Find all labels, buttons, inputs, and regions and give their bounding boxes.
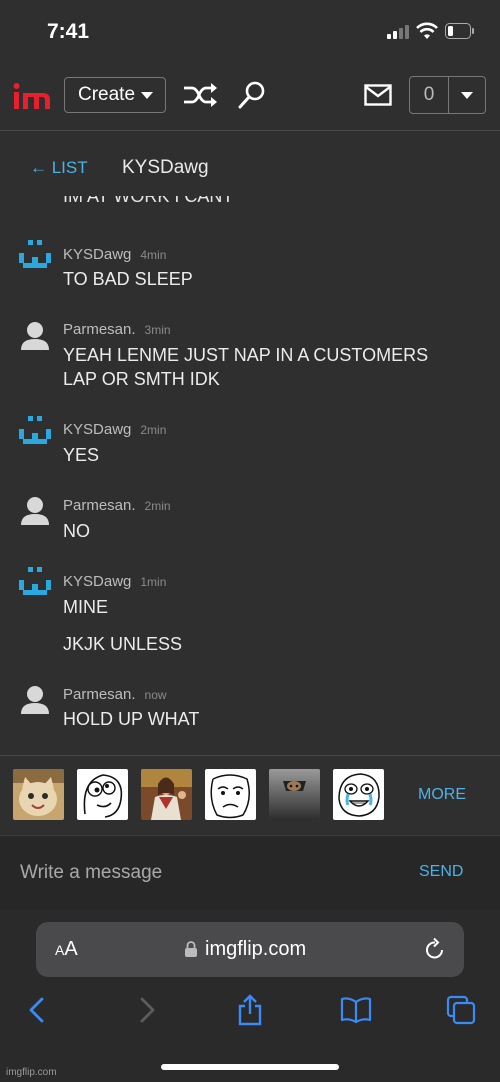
derp-face-meme[interactable] [77,769,128,820]
message-text: MINE [63,597,108,617]
imgflip-logo[interactable] [13,81,51,111]
send-button[interactable]: SEND [419,863,463,881]
more-memes-button[interactable]: MORE [418,786,466,804]
message-time: now [144,688,167,702]
message-time: 2min [140,423,167,437]
parmesan-avatar[interactable] [19,684,51,716]
wifi-icon [416,22,438,39]
mail-icon[interactable] [364,84,392,106]
status-time: 7:41 [47,20,90,43]
battery-icon [445,23,474,39]
message-time: 3min [144,323,171,337]
message-author[interactable]: KYSDawg 2min [63,421,166,438]
chat-title: KYSDawg [122,157,209,178]
okay-face-meme[interactable] [205,769,256,820]
message-time: 1min [140,575,167,589]
search-icon[interactable] [238,80,266,110]
message-input[interactable] [20,858,380,888]
url-text[interactable]: imgflip.com [205,938,306,961]
message-text: YEAH LENME JUST NAP IN A CUSTOMERS [63,345,429,365]
message-text: TO BAD SLEEP [63,269,193,289]
aa-small-label: A [55,942,65,958]
notification-count[interactable]: 0 [410,77,449,113]
kysdawg-avatar[interactable] [19,240,51,272]
share-icon[interactable] [234,994,266,1026]
reload-icon[interactable] [424,937,446,961]
message-text: LAP OR SMTH IDK [63,369,220,389]
chevron-down-icon [141,91,154,99]
buddy-christ-meme[interactable] [141,769,192,820]
reader-settings-button[interactable]: AA [55,938,78,961]
kysdawg-avatar[interactable] [19,416,51,448]
message-text: YES [63,445,100,465]
back-to-list-link[interactable]: ← LIST [30,158,88,178]
lock-icon [185,941,197,957]
message-text: NO [63,521,90,541]
author-name[interactable]: Parmesan. [63,497,136,514]
author-name[interactable]: Parmesan. [63,321,136,338]
chevron-down-icon [461,91,473,99]
message-author[interactable]: KYSDawg 4min [63,246,166,263]
author-name[interactable]: KYSDawg [63,421,131,438]
create-label: Create [78,84,136,105]
happy-crying-meme[interactable] [333,769,384,820]
notification-dropdown-button[interactable] [449,77,485,113]
parmesan-avatar[interactable] [19,495,51,527]
bookmarks-icon[interactable] [340,994,372,1026]
shuffle-icon[interactable] [183,82,219,108]
author-name[interactable]: Parmesan. [63,686,136,703]
smiling-cat-meme[interactable] [13,769,64,820]
forward-icon[interactable] [130,994,162,1026]
back-icon[interactable] [22,994,54,1026]
partial-message-text: IM AT WORK I CANT [63,196,234,206]
author-name[interactable]: KYSDawg [63,573,131,590]
message-time: 2min [144,499,171,513]
author-name[interactable]: KYSDawg [63,246,131,263]
create-button[interactable]: Create [64,77,166,113]
ceiling-cat-meme[interactable] [269,769,320,820]
cellular-signal-icon [387,25,409,39]
message-author[interactable]: KYSDawg 1min [63,573,166,590]
kysdawg-avatar[interactable] [19,567,51,599]
parmesan-avatar[interactable] [19,320,51,352]
home-indicator[interactable] [161,1064,339,1070]
message-author[interactable]: Parmesan. 2min [63,497,171,514]
message-text: HOLD UP WHAT [63,709,200,729]
partial-message: IM AT WORK I CANT [63,196,363,210]
watermark: imgflip.com [6,1067,57,1078]
message-text: JKJK UNLESS [63,634,183,654]
message-author[interactable]: Parmesan. now [63,686,167,703]
notifications-group: 0 [409,76,486,114]
tabs-icon[interactable] [445,994,477,1026]
message-time: 4min [140,248,167,262]
aa-large-label: A [64,938,78,960]
message-author[interactable]: Parmesan. 3min [63,321,171,338]
